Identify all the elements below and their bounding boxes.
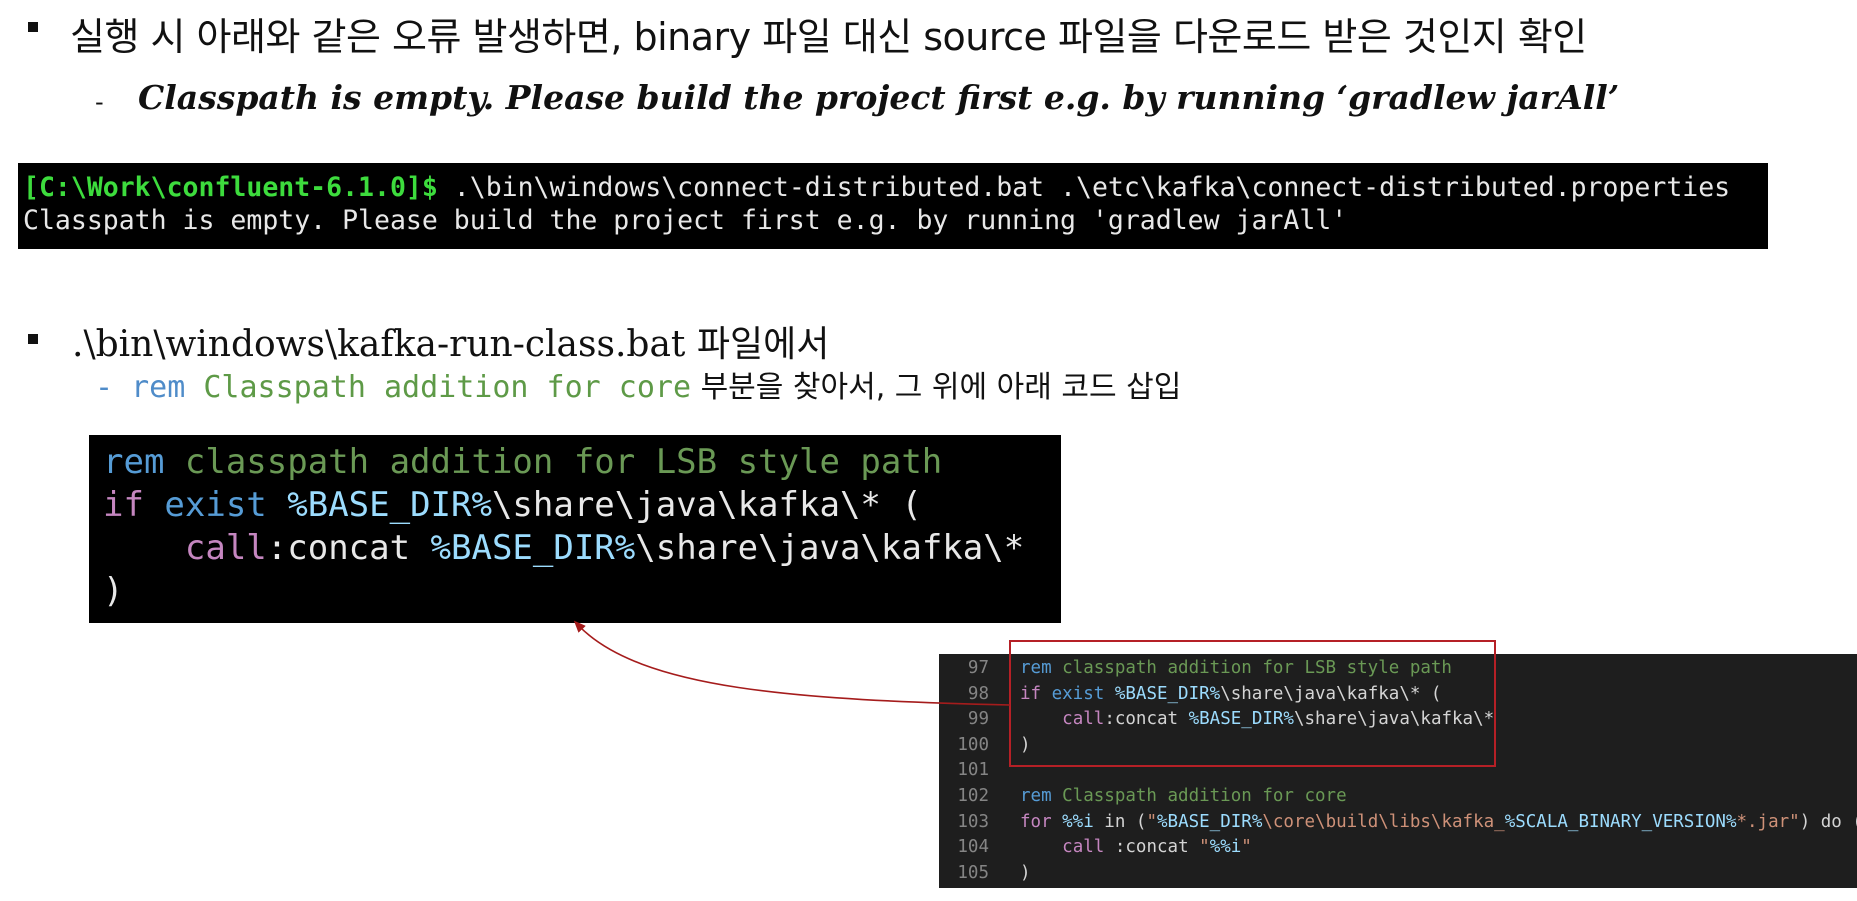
arrow-icon <box>573 620 1011 706</box>
